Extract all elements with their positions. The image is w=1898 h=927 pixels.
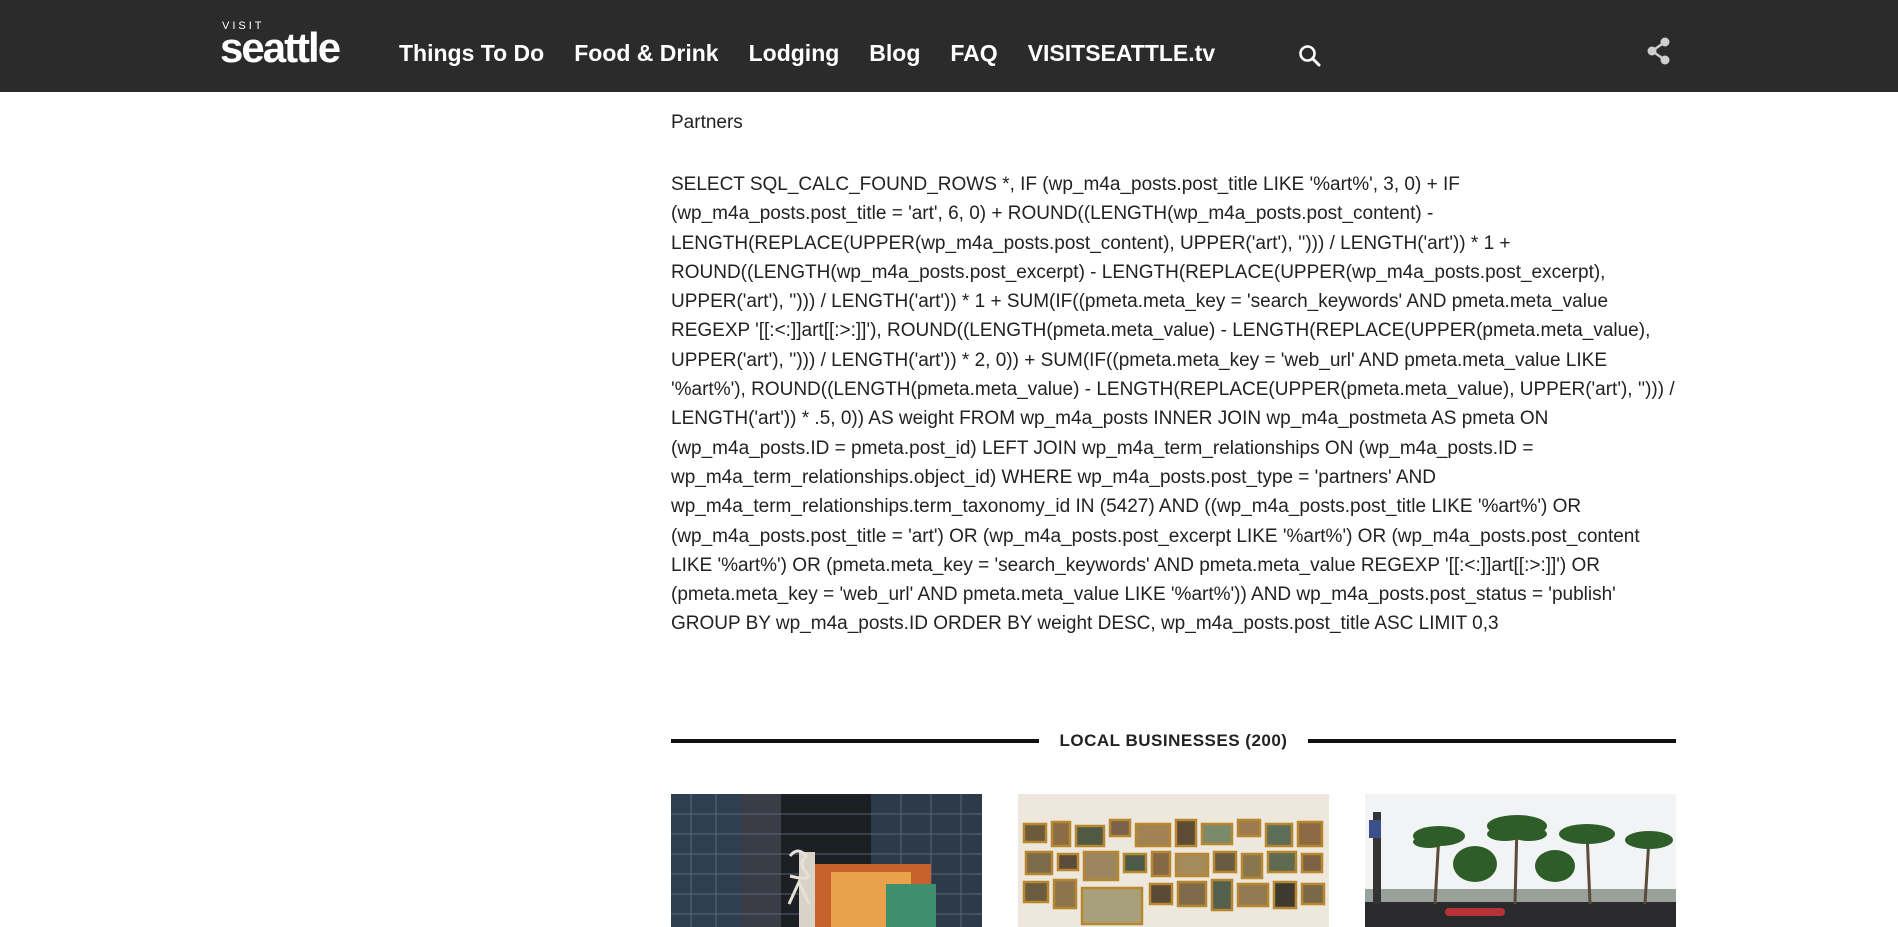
business-card-image-2[interactable] bbox=[1018, 794, 1329, 927]
visit-seattle-logo[interactable]: VISIT seattle bbox=[220, 18, 350, 71]
nav-visitseattle-tv[interactable]: VISITSEATTLE.tv bbox=[1028, 40, 1215, 67]
search-icon[interactable] bbox=[1297, 43, 1323, 69]
top-navigation-bar: VISIT seattle Things To Do Food & Drink … bbox=[0, 0, 1898, 92]
nav-blog[interactable]: Blog bbox=[869, 40, 920, 67]
nav-lodging[interactable]: Lodging bbox=[749, 40, 840, 67]
logo-seattle-text: seattle bbox=[220, 24, 341, 71]
building-facade-photo bbox=[671, 794, 982, 927]
section-divider: LOCAL BUSINESSES (200) bbox=[671, 728, 1676, 752]
business-card-image-1[interactable] bbox=[671, 794, 982, 927]
nav-faq[interactable]: FAQ bbox=[950, 40, 997, 67]
gallery-paintings-photo bbox=[1018, 794, 1329, 927]
business-card-image-3[interactable] bbox=[1365, 794, 1676, 927]
palm-trees-photo bbox=[1365, 794, 1676, 927]
page-heading: Partners bbox=[671, 112, 743, 133]
share-icon[interactable] bbox=[1645, 36, 1673, 66]
local-businesses-heading: LOCAL BUSINESSES (200) bbox=[1059, 731, 1288, 750]
sql-query-text: SELECT SQL_CALC_FOUND_ROWS *, IF (wp_m4a… bbox=[671, 174, 1675, 635]
divider-line-left bbox=[671, 739, 1039, 743]
divider-line-right bbox=[1308, 739, 1676, 743]
main-nav: Things To Do Food & Drink Lodging Blog F… bbox=[399, 40, 1215, 67]
nav-things-to-do[interactable]: Things To Do bbox=[399, 40, 544, 67]
nav-food-drink[interactable]: Food & Drink bbox=[574, 40, 718, 67]
main-content: Partners SELECT SQL_CALC_FOUND_ROWS *, I… bbox=[671, 112, 1676, 639]
